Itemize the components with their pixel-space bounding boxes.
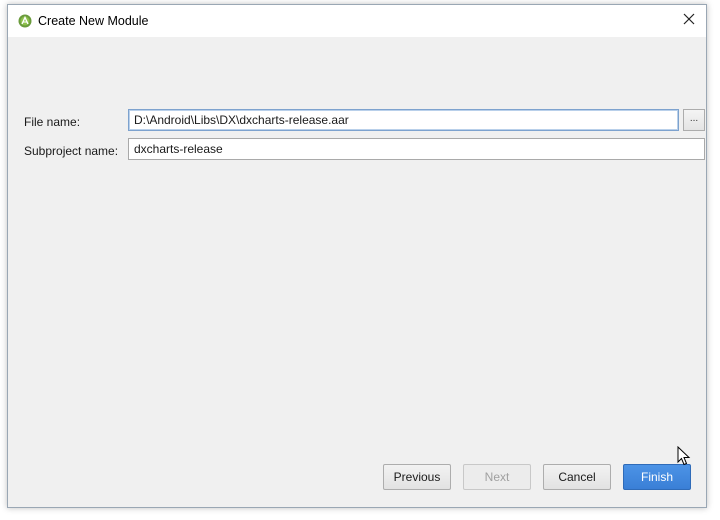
previous-button[interactable]: Previous	[383, 464, 451, 490]
browse-button[interactable]: ...	[683, 109, 705, 131]
finish-button[interactable]: Finish	[623, 464, 691, 490]
android-studio-icon	[18, 14, 32, 28]
cancel-button[interactable]: Cancel	[543, 464, 611, 490]
next-button[interactable]: Next	[463, 464, 531, 490]
create-module-dialog: Create New Module File name: ... Subproj…	[7, 4, 707, 508]
dialog-title: Create New Module	[38, 14, 149, 28]
file-name-label: File name:	[24, 115, 81, 129]
subproject-name-input[interactable]	[128, 138, 705, 160]
close-icon	[683, 13, 695, 28]
close-button[interactable]	[672, 5, 706, 35]
mouse-cursor-icon	[677, 445, 691, 466]
dialog-content: File name: ... Subproject name: Previous…	[8, 37, 706, 507]
file-name-input[interactable]	[128, 109, 679, 131]
title-bar[interactable]: Create New Module	[8, 5, 706, 37]
subproject-name-label: Subproject name:	[24, 144, 119, 158]
